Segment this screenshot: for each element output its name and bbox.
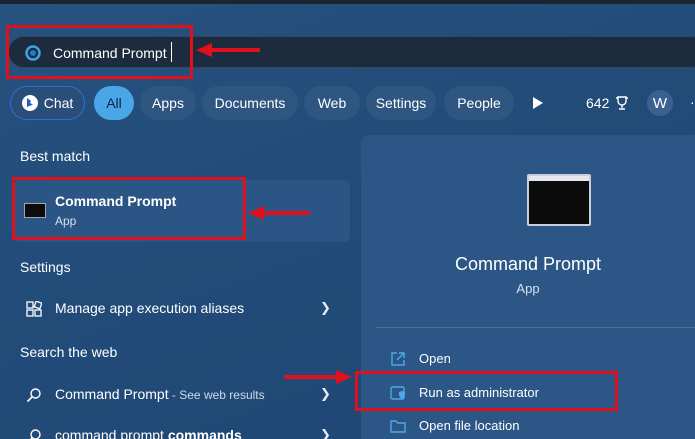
console-title-bar: [529, 176, 589, 181]
chevron-right-icon: ❯: [320, 386, 331, 401]
filter-bar: Chat All Apps Documents Web Settings Peo…: [0, 86, 695, 120]
all-filter-label: All: [106, 95, 122, 111]
all-filter-button[interactable]: All: [94, 86, 134, 120]
settings-result-label: Manage app execution aliases: [55, 300, 245, 316]
window-top-edge: [0, 0, 695, 4]
search-icon: [26, 388, 41, 403]
web-result-command-prompt-commands[interactable]: command prompt commands ❯: [14, 418, 350, 439]
web-result-label: Command Prompt - See web results: [55, 386, 265, 402]
bing-icon: [21, 95, 38, 111]
command-prompt-large-icon: [527, 174, 591, 226]
settings-result-manage-aliases[interactable]: Manage app execution aliases ❯: [14, 291, 350, 327]
arrow-to-best-match-icon: [248, 206, 310, 220]
people-filter-label: People: [457, 95, 501, 111]
avatar-initial: W: [652, 94, 668, 112]
documents-filter-label: Documents: [214, 95, 286, 111]
web-result-label: command prompt commands: [55, 427, 242, 439]
open-external-icon: [391, 352, 405, 366]
trophy-icon[interactable]: [614, 95, 630, 111]
chat-filter-label: Chat: [43, 95, 74, 111]
web-filter-button[interactable]: Web: [304, 86, 360, 120]
arrow-to-search-icon: [196, 43, 260, 57]
chevron-right-icon: ❯: [320, 427, 331, 439]
app-aliases-settings-icon: [26, 301, 42, 317]
rewards-points[interactable]: 642: [586, 95, 609, 111]
documents-filter-button[interactable]: Documents: [202, 86, 298, 120]
web-result-bold-term: commands: [167, 427, 242, 439]
settings-filter-label: Settings: [375, 95, 427, 111]
web-result-query: command prompt: [55, 427, 168, 439]
settings-filter-button[interactable]: Settings: [366, 86, 436, 120]
best-match-highlight: [12, 177, 246, 240]
folder-icon: [390, 420, 406, 433]
preview-subtitle: App: [516, 281, 540, 296]
open-file-location-label: Open file location: [419, 418, 520, 433]
chat-filter-button[interactable]: Chat: [10, 86, 85, 120]
preview-title: Command Prompt: [454, 254, 602, 274]
web-result-query: Command Prompt: [55, 386, 169, 402]
preview-divider: [376, 327, 695, 328]
apps-filter-button[interactable]: Apps: [140, 86, 196, 120]
chevron-right-icon: ❯: [320, 300, 331, 315]
people-filter-button[interactable]: People: [444, 86, 514, 120]
more-filters-play-icon[interactable]: [532, 96, 544, 110]
web-result-suffix: - See web results: [168, 388, 265, 402]
best-match-heading: Best match: [20, 148, 91, 164]
avatar[interactable]: W: [647, 90, 673, 116]
search-box-highlight: [6, 25, 193, 79]
settings-heading: Settings: [20, 259, 71, 275]
arrow-to-run-as-admin-icon: [284, 370, 352, 384]
search-web-heading: Search the web: [20, 344, 118, 360]
search-icon: [29, 429, 41, 439]
open-action-label: Open: [419, 351, 451, 366]
run-as-admin-highlight: [355, 371, 618, 411]
web-filter-label: Web: [317, 95, 347, 111]
apps-filter-label: Apps: [152, 95, 184, 111]
more-options-icon[interactable]: ·: [690, 94, 695, 110]
